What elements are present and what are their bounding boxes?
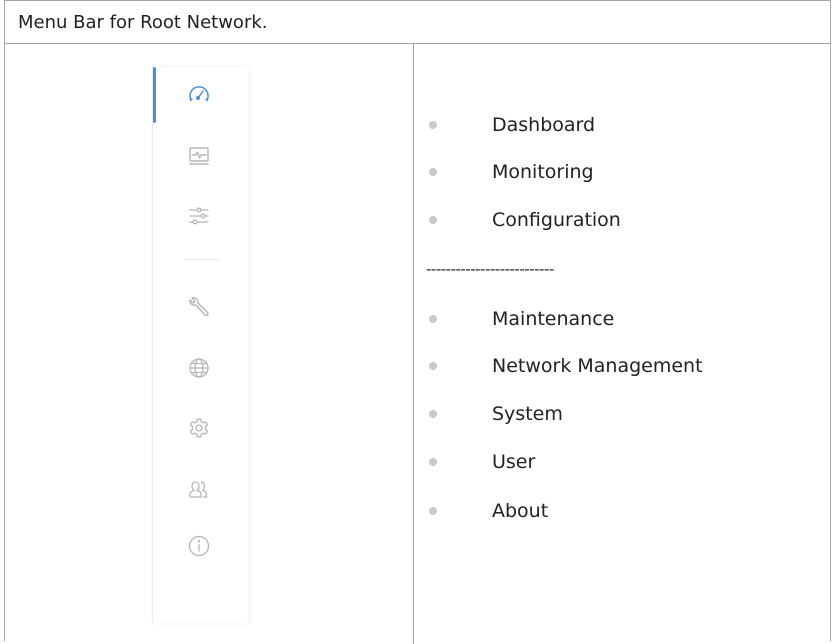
bullet [429,216,437,224]
menu-label-network-management: Network Management [492,355,703,377]
sidebar-separator [184,259,218,260]
separator-dashes: -------------------------- [426,260,554,278]
column-divider [413,44,414,644]
system-gear-icon[interactable] [187,416,211,440]
active-indicator [153,67,156,123]
bullet [429,410,437,418]
menu-label-user: User [492,451,536,473]
menu-label-monitoring: Monitoring [492,161,594,183]
menu-label-maintenance: Maintenance [492,308,615,330]
menu-label-configuration: Configuration [492,209,621,231]
bullet [429,458,437,466]
menu-label-system: System [492,403,563,425]
bullet [429,168,437,176]
bullet [429,362,437,370]
menu-label-dashboard: Dashboard [492,114,596,136]
user-icon[interactable] [187,477,211,501]
dashboard-gauge-icon[interactable] [187,83,211,107]
bullet [429,507,437,515]
table-caption: Menu Bar for Root Network. [18,12,268,33]
monitoring-icon[interactable] [187,144,211,168]
network-globe-icon[interactable] [187,356,211,380]
sidebar-menu [152,67,248,623]
caption-row: Menu Bar for Root Network. [5,1,830,44]
about-info-icon[interactable] [187,534,211,558]
bullet [429,315,437,323]
bullet [429,121,437,129]
configuration-sliders-icon[interactable] [187,204,211,228]
menu-bar-table: Menu Bar for Root Network. [4,0,831,644]
menu-label-about: About [492,500,549,522]
maintenance-wrench-icon[interactable] [187,295,211,319]
